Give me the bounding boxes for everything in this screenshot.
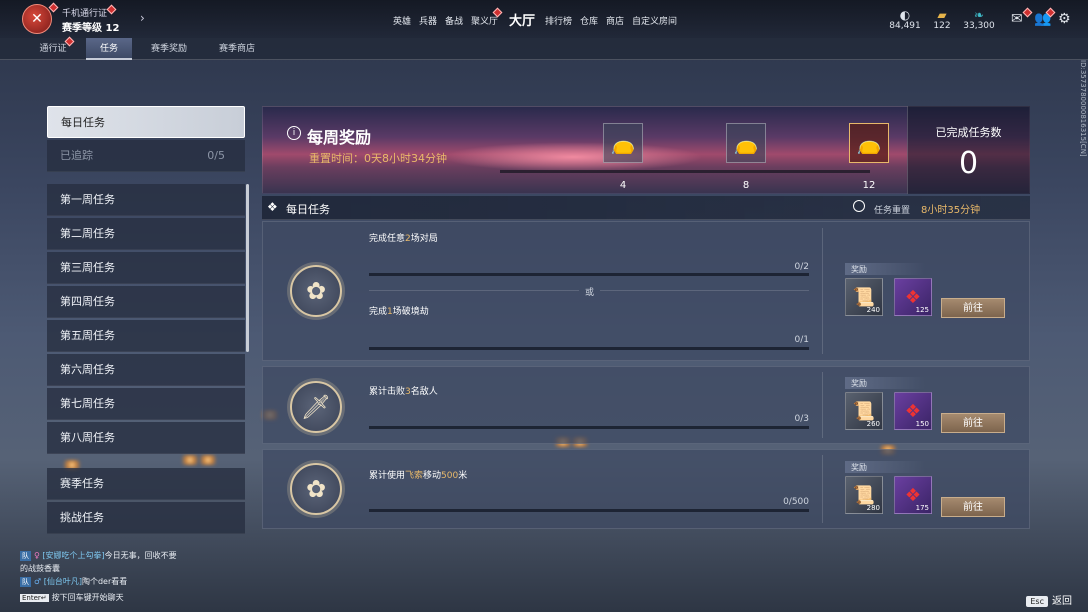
go-button[interactable]: 前往 (941, 497, 1005, 517)
weekly-progress-bar (500, 170, 870, 173)
milestone-label: 4 (619, 180, 627, 191)
season-level: 赛季等级 12 (62, 23, 120, 34)
task-text: 完成任意2场对局 (369, 234, 438, 244)
tracked-count: 0/5 (207, 149, 225, 162)
nav-lobby[interactable]: 大厅 (509, 10, 535, 29)
reward-red-pouch-icon[interactable]: 👝 (849, 123, 889, 163)
task-count: 0/3 (794, 414, 809, 424)
reward-pouch-icon[interactable]: 👝 (603, 123, 643, 163)
nav-shop[interactable]: 商店 (606, 14, 624, 27)
sidebar-item-week6[interactable]: 第六周任务 (47, 354, 245, 386)
sword-emblem-icon: 🗡 (290, 381, 342, 433)
nav-custom-room[interactable]: 自定义房间 (632, 14, 677, 27)
go-button[interactable]: 前往 (941, 413, 1005, 433)
nav-prepare[interactable]: 备战 (445, 14, 463, 27)
sidebar-scrollbar[interactable] (246, 184, 249, 352)
divider (822, 372, 823, 438)
nav-ranking[interactable]: 排行榜 (545, 14, 572, 27)
reward-item[interactable]: ❖ 150 (894, 392, 932, 430)
player-name: 千机通行证 (62, 9, 108, 19)
task-progress-bar (369, 426, 809, 429)
male-icon: ♂ (34, 577, 42, 586)
task-count: 0/2 (794, 262, 809, 272)
currency-mask-coin: ◐ 84,491 (889, 8, 921, 31)
task-progress-bar (369, 347, 809, 350)
chat-line: 队 ♀ [安娜吃个上勾拳]今日无事，回收不要 (20, 551, 177, 561)
reward-pouch-icon[interactable]: 👝 (726, 123, 766, 163)
nav-heroes[interactable]: 英雄 (393, 14, 411, 27)
flower-emblem-icon: ✿ (290, 265, 342, 317)
sidebar-item-challenge[interactable]: 挑战任务 (47, 502, 245, 534)
player-id: ID:3573780000816315[CN] (1079, 60, 1087, 157)
reward-item[interactable]: 📜 240 (845, 278, 883, 316)
task-progress-bar (369, 273, 809, 276)
diamond-cluster-icon: ❖ (267, 200, 278, 214)
chat-line: 队 ♂ [仙台叶凡]陶个der看看 (20, 577, 128, 587)
sidebar-item-week5[interactable]: 第五周任务 (47, 320, 245, 352)
currency-gold-ingot: ▰ 122 (928, 8, 956, 31)
sidebar-item-week3[interactable]: 第三周任务 (47, 252, 245, 284)
daily-section-header (262, 196, 1030, 220)
back-button[interactable]: Esc 返回 (1026, 592, 1072, 607)
milestone-label: 12 (862, 180, 876, 191)
season-emblem-icon[interactable]: ✕ (22, 4, 52, 34)
tab-season-shop[interactable]: 赛季商店 (208, 38, 266, 60)
daily-title: 每日任务 (286, 203, 330, 216)
reward-item[interactable]: 📜 260 (845, 392, 883, 430)
sidebar-item-daily[interactable]: 每日任务 (47, 106, 245, 138)
completed-label: 已完成任务数 (935, 126, 1002, 139)
nav-guild[interactable]: 聚义厅 (471, 14, 498, 27)
weekly-reset-time: 重置时间：0天8小时34分钟 (309, 152, 447, 165)
info-icon[interactable]: i (287, 126, 301, 140)
weekly-title: 每周奖励 (307, 128, 372, 147)
reward-item[interactable]: ❖ 175 (894, 476, 932, 514)
female-icon: ♀ (34, 551, 40, 560)
go-button[interactable]: 前往 (941, 298, 1005, 318)
sidebar-item-week1[interactable]: 第一周任务 (47, 184, 245, 216)
daily-reset-label: 任务重置 (874, 206, 911, 216)
tab-tasks[interactable]: 任务 (86, 38, 132, 60)
flower-emblem-icon: ✿ (290, 463, 342, 515)
tab-season-rewards[interactable]: 赛季奖励 (140, 38, 198, 60)
settings-gear-icon[interactable]: ⚙ (1058, 11, 1071, 27)
chat-line: 的战鼓香囊 (20, 564, 60, 573)
nav-weapons[interactable]: 兵器 (419, 14, 437, 27)
sidebar-item-season[interactable]: 赛季任务 (47, 468, 245, 500)
task-text: 累计击败3名敌人 (369, 387, 438, 397)
task-count: 0/1 (794, 335, 809, 345)
sidebar-item-tracked[interactable]: 已追踪 0/5 (47, 140, 245, 172)
chat-input-hint[interactable]: Enter↵ 按下回车键开始聊天 (20, 592, 124, 603)
sidebar-item-week7[interactable]: 第七周任务 (47, 388, 245, 420)
reward-label: 奖励 (845, 377, 925, 389)
milestone-label: 8 (742, 180, 750, 191)
mail-icon[interactable]: ✉ (1011, 11, 1023, 27)
currency-jade-leaf: ❧ 33,300 (963, 8, 995, 31)
divider (600, 290, 809, 291)
sidebar-item-week8[interactable]: 第八周任务 (47, 422, 245, 454)
reward-item[interactable]: ❖ 125 (894, 278, 932, 316)
task-count: 0/500 (783, 497, 809, 507)
gold-ingot-icon: ▰ (937, 8, 947, 22)
or-separator: 或 (585, 288, 595, 298)
jade-leaf-icon: ❧ (973, 8, 985, 22)
nav-warehouse[interactable]: 仓库 (580, 14, 598, 27)
chevron-right-icon[interactable]: › (140, 11, 145, 25)
task-progress-bar (369, 509, 809, 512)
sidebar-item-week4[interactable]: 第四周任务 (47, 286, 245, 318)
reward-item[interactable]: 📜 280 (845, 476, 883, 514)
sidebar-item-week2[interactable]: 第二周任务 (47, 218, 245, 250)
divider (822, 455, 823, 523)
divider (822, 228, 823, 354)
divider (369, 290, 579, 291)
task-text: 完成1场破境劫 (369, 307, 429, 317)
reward-label: 奖励 (845, 461, 925, 473)
reward-label: 奖励 (845, 263, 925, 275)
mask-coin-icon: ◐ (899, 8, 911, 22)
completed-count: 0 (958, 146, 979, 181)
top-bar (0, 0, 1088, 38)
task-text: 累计使用飞索移动500米 (369, 471, 468, 481)
clock-icon (853, 200, 865, 212)
daily-reset-time: 8小时35分钟 (921, 205, 981, 216)
